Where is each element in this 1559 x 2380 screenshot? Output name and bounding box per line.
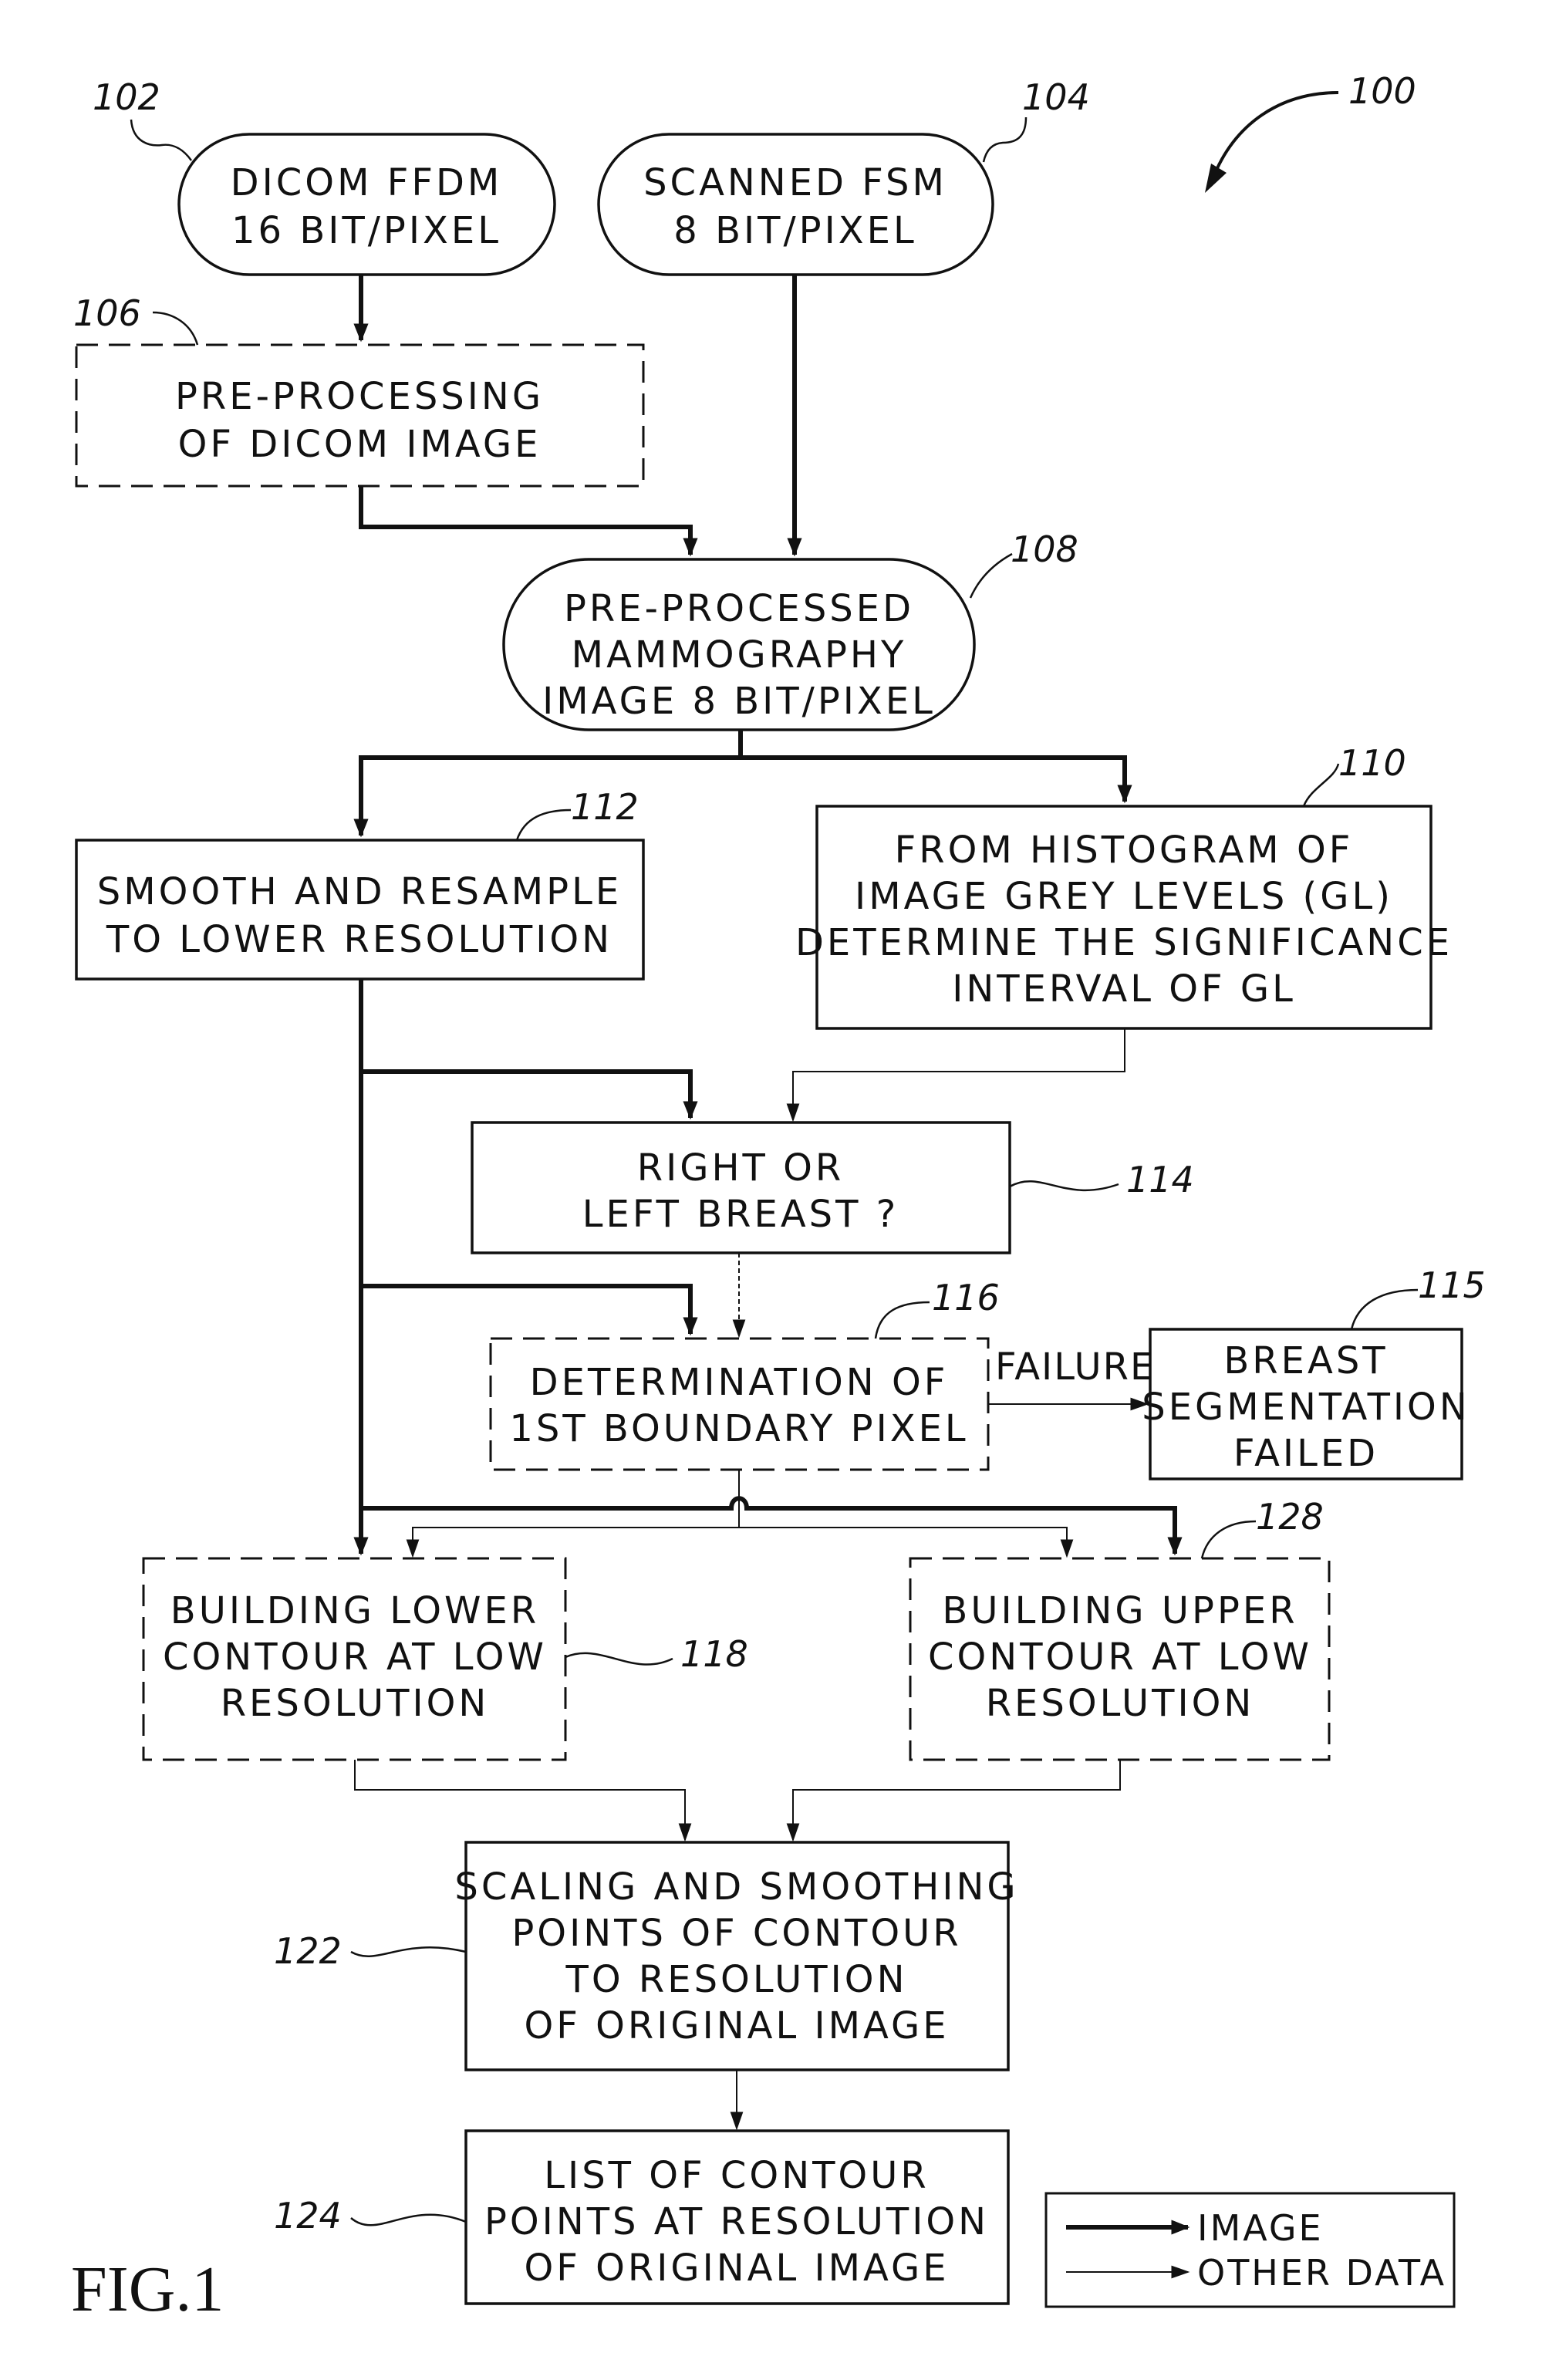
node-102-line-1: DICOM FFDM: [231, 161, 503, 204]
edge-112-128: [361, 1496, 1183, 1556]
node-110-line-2: IMAGE GREY LEVELS (GL): [855, 875, 1393, 918]
node-scanned-fsm: SCANNED FSM 8 BIT/PIXEL 104: [597, 76, 1090, 276]
flowchart-figure: 100 DICOM FFDM 16 BIT/PIXEL 102 SCANNED …: [71, 70, 1486, 2325]
ref-label-118: 118: [680, 1633, 748, 1675]
ref-label-102: 102: [93, 76, 160, 118]
node-124-line-3: OF ORIGINAL IMAGE: [524, 2247, 949, 2290]
node-104-line-1: SCANNED FSM: [643, 161, 947, 204]
node-118-line-2: CONTOUR AT LOW: [163, 1636, 547, 1679]
figure-ref-100: 100: [1205, 70, 1416, 193]
node-108-line-1: PRE-PROCESSED: [564, 587, 914, 630]
node-118-line-3: RESOLUTION: [221, 1682, 490, 1725]
node-lower-contour: BUILDING LOWER CONTOUR AT LOW RESOLUTION…: [142, 1557, 748, 1761]
ref-label-115: 115: [1418, 1264, 1486, 1306]
node-102-line-2: 16 BIT/PIXEL: [231, 209, 501, 252]
node-112-line-1: SMOOTH AND RESAMPLE: [97, 870, 622, 913]
edge-112-114: [361, 1069, 698, 1120]
failure-label: FAILURE: [995, 1345, 1155, 1389]
figure-arrow-icon: [1205, 164, 1227, 193]
node-preprocessing-dicom: PRE-PROCESSING OF DICOM IMAGE 106: [73, 292, 645, 488]
ref-label-114: 114: [1126, 1159, 1194, 1200]
ref-label-112: 112: [571, 786, 639, 828]
edge-116-128: [739, 1527, 1074, 1558]
node-preprocessed-mammography: PRE-PROCESSED MAMMOGRAPHY IMAGE 8 BIT/PI…: [502, 528, 1078, 731]
ref-label-128: 128: [1256, 1496, 1324, 1538]
legend-image-label: IMAGE: [1197, 2207, 1324, 2249]
edge-110-114: [786, 1028, 1125, 1122]
ref-label-122: 122: [274, 1930, 342, 1972]
ref-label-104: 104: [1022, 76, 1090, 118]
ref-label-124: 124: [274, 2195, 342, 2237]
node-108-line-2: MAMMOGRAPHY: [572, 633, 907, 677]
node-116-line-2: 1ST BOUNDARY PIXEL: [509, 1407, 968, 1450]
ref-label-116: 116: [932, 1277, 1000, 1318]
node-114-line-2: LEFT BREAST ?: [582, 1193, 899, 1236]
node-116-line-1: DETERMINATION OF: [530, 1361, 949, 1404]
edge-106-108: [359, 486, 698, 557]
node-dicom-ffdm: DICOM FFDM 16 BIT/PIXEL 102: [93, 76, 556, 276]
node-115-line-3: FAILED: [1233, 1432, 1378, 1475]
edge-128-122: [786, 1760, 1121, 1842]
edge-108-110: [741, 755, 1132, 804]
node-segmentation-failed: BREAST SEGMENTATION FAILED 115: [1142, 1264, 1486, 1480]
node-128-line-1: BUILDING UPPER: [942, 1589, 1297, 1632]
node-108-line-3: IMAGE 8 BIT/PIXEL: [542, 680, 936, 723]
node-122-line-4: OF ORIGINAL IMAGE: [524, 2004, 949, 2047]
node-104-line-2: 8 BIT/PIXEL: [673, 209, 916, 252]
node-122-line-1: SCALING AND SMOOTHING: [454, 1865, 1018, 1909]
node-122-line-3: TO RESOLUTION: [565, 1958, 908, 2001]
node-124-line-1: LIST OF CONTOUR: [544, 2154, 929, 2197]
node-contour-points-list: LIST OF CONTOUR POINTS AT RESOLUTION OF …: [274, 2129, 1010, 2305]
node-110-line-3: DETERMINE THE SIGNIFICANCE: [795, 921, 1453, 964]
legend: IMAGE OTHER DATA: [1044, 2192, 1456, 2308]
ref-label-106: 106: [73, 292, 141, 334]
edge-118-122: [354, 1760, 692, 1842]
node-upper-contour: BUILDING UPPER CONTOUR AT LOW RESOLUTION…: [909, 1496, 1331, 1761]
node-110-line-4: INTERVAL OF GL: [952, 967, 1296, 1011]
edge-112-116: [361, 1284, 698, 1336]
legend-other-data-label: OTHER DATA: [1197, 2252, 1446, 2294]
ref-label-108: 108: [1011, 528, 1078, 570]
node-scaling-smoothing: SCALING AND SMOOTHING POINTS OF CONTOUR …: [274, 1841, 1018, 2071]
figure-label: FIG.1: [71, 2253, 224, 2325]
node-124-line-2: POINTS AT RESOLUTION: [484, 2200, 989, 2243]
node-right-left-breast: RIGHT OR LEFT BREAST ? 114: [471, 1121, 1194, 1254]
node-128-line-3: RESOLUTION: [986, 1682, 1255, 1725]
ref-label-110: 110: [1338, 742, 1406, 784]
node-122-line-2: POINTS OF CONTOUR: [511, 1912, 961, 1955]
edge-116-118: [406, 1527, 739, 1558]
node-118-line-1: BUILDING LOWER: [170, 1589, 539, 1632]
node-110-line-1: FROM HISTOGRAM OF: [895, 829, 1354, 872]
node-115-line-1: BREAST: [1223, 1339, 1388, 1382]
node-112-line-2: TO LOWER RESOLUTION: [106, 918, 612, 961]
node-114-line-1: RIGHT OR: [637, 1146, 845, 1190]
edge-108-112: [353, 755, 741, 838]
node-115-line-2: SEGMENTATION: [1142, 1386, 1470, 1429]
node-106-line-2: OF DICOM IMAGE: [178, 423, 542, 466]
ref-label-100: 100: [1348, 70, 1416, 112]
node-first-boundary-pixel: DETERMINATION OF 1ST BOUNDARY PIXEL 116: [489, 1277, 1000, 1471]
node-106-line-1: PRE-PROCESSING: [175, 375, 544, 418]
node-128-line-2: CONTOUR AT LOW: [928, 1636, 1312, 1679]
